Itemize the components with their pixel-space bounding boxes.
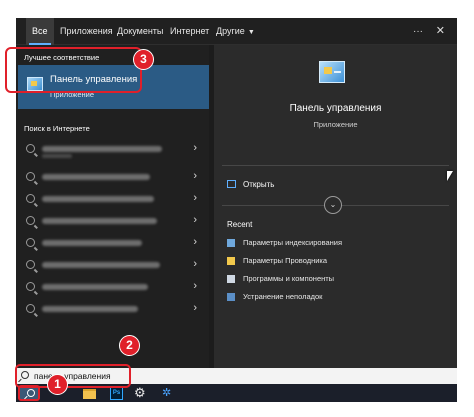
tab-other[interactable]: Другие ▼ [210, 18, 261, 45]
web-result-row[interactable]: › [16, 139, 209, 161]
tab-documents[interactable]: Документы [111, 18, 169, 45]
open-icon [227, 180, 236, 188]
folder-options-icon [227, 257, 235, 265]
settings-gear-icon[interactable]: ⚙ [134, 385, 146, 401]
search-icon [26, 194, 35, 203]
search-bar-fill[interactable] [126, 368, 457, 384]
web-result-row[interactable]: › [16, 255, 209, 277]
details-title: Панель управления [289, 103, 382, 114]
recent-item-label: Программы и компоненты [243, 274, 335, 283]
search-icon [26, 216, 35, 225]
search-icon [26, 260, 35, 269]
search-icon [26, 304, 35, 313]
search-icon [26, 282, 35, 291]
search-icon [26, 238, 35, 247]
recent-item-label: Параметры Проводника [243, 256, 328, 265]
search-highlight [15, 364, 131, 388]
search-icon [26, 144, 35, 153]
recent-item-label: Параметры индексирования [243, 238, 343, 247]
app-icon[interactable]: ✲ [162, 386, 171, 399]
recent-header: Recent [227, 220, 253, 229]
details-subtitle: Приложение [313, 120, 358, 129]
web-result-row[interactable]: › [16, 211, 209, 233]
chevron-right-icon: › [193, 142, 197, 154]
chevron-right-icon: › [193, 302, 197, 314]
details-pane: Панель управления Приложение Открыть ⌄ R… [214, 45, 457, 368]
step-badge-2: 2 [119, 335, 140, 356]
web-result-row[interactable]: › [16, 299, 209, 321]
step-badge-3: 3 [133, 49, 154, 70]
web-result-row[interactable]: › [16, 233, 209, 255]
mouse-cursor-icon [447, 171, 453, 181]
web-result-row[interactable]: › [16, 277, 209, 299]
web-search-header: Поиск в Интернете [24, 124, 90, 133]
web-result-row[interactable]: › [16, 189, 209, 211]
indexing-icon [227, 239, 235, 247]
close-icon[interactable]: ✕ [436, 18, 445, 45]
tab-all[interactable]: Все [26, 18, 54, 45]
chevron-right-icon: › [193, 170, 197, 182]
open-label: Открыть [243, 180, 275, 189]
chevron-right-icon: › [193, 280, 197, 292]
chevron-right-icon: › [193, 236, 197, 248]
tab-internet[interactable]: Интернет [164, 18, 215, 45]
chevron-right-icon: › [193, 192, 197, 204]
search-icon [26, 172, 35, 181]
control-panel-icon [319, 61, 345, 83]
chevron-down-icon: ▼ [247, 29, 255, 36]
tab-apps[interactable]: Приложения [54, 18, 119, 45]
best-match-highlight [5, 47, 142, 93]
expand-chevron-icon[interactable]: ⌄ [324, 196, 342, 214]
programs-icon [227, 275, 235, 283]
recent-item-label: Устранение неполадок [243, 292, 323, 301]
photoshop-icon[interactable]: Ps [110, 387, 123, 400]
web-result-row[interactable]: › [16, 167, 209, 189]
search-tabs: Все Приложения Документы Интернет Другие… [16, 18, 457, 45]
results-pane: Лучшее соответствие Панель управления Пр… [16, 45, 209, 368]
divider [222, 165, 449, 166]
chevron-right-icon: › [193, 214, 197, 226]
file-explorer-icon[interactable] [83, 389, 96, 399]
more-options-icon[interactable]: ··· [413, 18, 423, 45]
step-badge-1: 1 [47, 374, 68, 395]
troubleshoot-icon [227, 293, 235, 301]
chevron-right-icon: › [193, 258, 197, 270]
